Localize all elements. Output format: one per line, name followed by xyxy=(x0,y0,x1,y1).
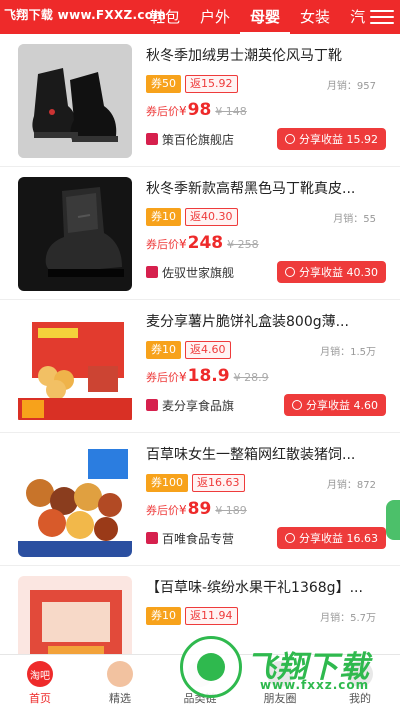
product-item[interactable]: 麦分享薯片脆饼礼盒装800g薄... 券10 返4.60 月销：1.5万 券后价… xyxy=(0,300,400,433)
tab-featured[interactable]: 精选 xyxy=(80,655,160,712)
tab-category-outdoor[interactable]: 户外 xyxy=(190,0,240,34)
tab-category-baby[interactable]: 母婴 xyxy=(240,0,291,34)
shop-name[interactable]: 佐驭世家旗舰 xyxy=(162,264,234,281)
app-root: 飞翔下载 www.FXXZ.com 鞋包 户外 母婴 女装 汽 秋冬季加绒男士潮… xyxy=(0,0,400,712)
share-icon xyxy=(285,533,295,543)
currency-symbol: ¥ xyxy=(179,237,187,251)
product-item[interactable]: 秋冬季加绒男士潮英伦风马丁靴 券50 返15.92 月销：957 券后价 ¥ 9… xyxy=(0,34,400,167)
currency-symbol: ¥ xyxy=(179,370,187,384)
coupon-badge: 券50 xyxy=(146,75,181,93)
share-earnings-button[interactable]: 分享收益 16.63 xyxy=(277,527,386,549)
share-earnings-button[interactable]: 分享收益 4.60 xyxy=(284,394,386,416)
product-item[interactable]: 秋冬季新款高帮黑色马丁靴真皮... 券10 返40.30 月销：55 券后价 ¥… xyxy=(0,167,400,300)
share-earnings-label: 分享收益 15.92 xyxy=(299,133,378,146)
product-title[interactable]: 【百草味-缤纷水果干礼1368g】... xyxy=(146,578,376,598)
price-label: 券后价 xyxy=(146,238,179,251)
category-bar: 飞翔下载 www.FXXZ.com 鞋包 户外 母婴 女装 汽 xyxy=(0,0,400,34)
coupon-price: 98 xyxy=(187,100,212,120)
coupon-price: 248 xyxy=(187,233,224,253)
product-title[interactable]: 百草味女生一整箱网红散装猪饲... xyxy=(146,445,376,465)
tab-category-shoes-bags[interactable]: 鞋包 xyxy=(140,0,190,34)
home-icon: 淘吧 xyxy=(27,661,53,687)
original-price: ¥ 28.9 xyxy=(233,371,269,384)
share-earnings-label: 分享收益 16.63 xyxy=(299,532,378,545)
rebate-badge: 返40.30 xyxy=(185,208,238,226)
shop-icon xyxy=(146,532,158,544)
monthly-sales: 月销：872 xyxy=(326,479,376,491)
monthly-sales: 月销：1.5万 xyxy=(320,346,376,358)
product-item[interactable]: 百草味女生一整箱网红散装猪饲... 券100 返16.63 月销：872 券后价… xyxy=(0,433,400,566)
share-earnings-button[interactable]: 分享收益 40.30 xyxy=(277,261,386,283)
coupon-price: 89 xyxy=(187,499,212,519)
tab-category-women[interactable]: 女装 xyxy=(290,0,340,34)
product-title[interactable]: 秋冬季加绒男士潮英伦风马丁靴 xyxy=(146,46,376,66)
product-image[interactable] xyxy=(18,310,132,424)
category-tabs: 鞋包 户外 母婴 女装 汽 xyxy=(140,0,375,34)
share-earnings-button[interactable]: 分享收益 15.92 xyxy=(277,128,386,150)
shop-icon xyxy=(146,399,158,411)
product-title[interactable]: 秋冬季新款高帮黑色马丁靴真皮... xyxy=(146,179,376,199)
heart-icon xyxy=(107,661,133,687)
price-label: 券后价 xyxy=(146,504,179,517)
shop-icon xyxy=(146,266,158,278)
shop-name[interactable]: 百唯食品专营 xyxy=(162,530,234,547)
original-price: ¥ 258 xyxy=(227,238,259,251)
product-title[interactable]: 麦分享薯片脆饼礼盒装800g薄... xyxy=(146,312,376,332)
rebate-badge: 返11.94 xyxy=(185,607,238,625)
currency-symbol: ¥ xyxy=(179,503,187,517)
side-float-tab[interactable] xyxy=(386,500,400,540)
watermark-overlay: 飞翔下载 www.fxxz.com xyxy=(180,636,395,704)
share-earnings-label: 分享收益 40.30 xyxy=(299,266,378,279)
share-icon xyxy=(292,400,302,410)
rebate-badge: 返15.92 xyxy=(185,75,238,93)
product-image[interactable] xyxy=(18,576,132,654)
rebate-badge: 返4.60 xyxy=(185,341,231,359)
coupon-price: 18.9 xyxy=(187,366,230,386)
coupon-badge: 券10 xyxy=(146,208,181,226)
coupon-badge: 券10 xyxy=(146,607,181,625)
watermark-logo xyxy=(180,636,242,698)
product-image[interactable] xyxy=(18,44,132,158)
coupon-badge: 券10 xyxy=(146,341,181,359)
product-image[interactable] xyxy=(18,443,132,557)
price-label: 券后价 xyxy=(146,371,179,384)
shop-name[interactable]: 麦分享食品旗 xyxy=(162,397,234,414)
original-price: ¥ 148 xyxy=(215,105,247,118)
share-icon xyxy=(285,267,295,277)
tab-label: 精选 xyxy=(109,692,131,705)
original-price: ¥ 189 xyxy=(215,504,247,517)
coupon-badge: 券100 xyxy=(146,474,188,492)
price-label: 券后价 xyxy=(146,105,179,118)
product-list[interactable]: 秋冬季加绒男士潮英伦风马丁靴 券50 返15.92 月销：957 券后价 ¥ 9… xyxy=(0,34,400,654)
share-icon xyxy=(285,134,295,144)
currency-symbol: ¥ xyxy=(179,104,187,118)
share-earnings-label: 分享收益 4.60 xyxy=(306,399,378,412)
tab-label: 首页 xyxy=(29,692,51,705)
rebate-badge: 返16.63 xyxy=(192,474,245,492)
shop-icon xyxy=(146,133,158,145)
monthly-sales: 月销：957 xyxy=(326,80,376,92)
hamburger-menu-icon[interactable] xyxy=(370,5,394,29)
monthly-sales: 月销：55 xyxy=(333,213,376,225)
product-image[interactable] xyxy=(18,177,132,291)
tab-home[interactable]: 淘吧 首页 xyxy=(0,655,80,712)
watermark-url: www.fxxz.com xyxy=(260,678,370,692)
monthly-sales: 月销：5.7万 xyxy=(320,612,376,624)
shop-name[interactable]: 策百伦旗舰店 xyxy=(162,131,234,148)
